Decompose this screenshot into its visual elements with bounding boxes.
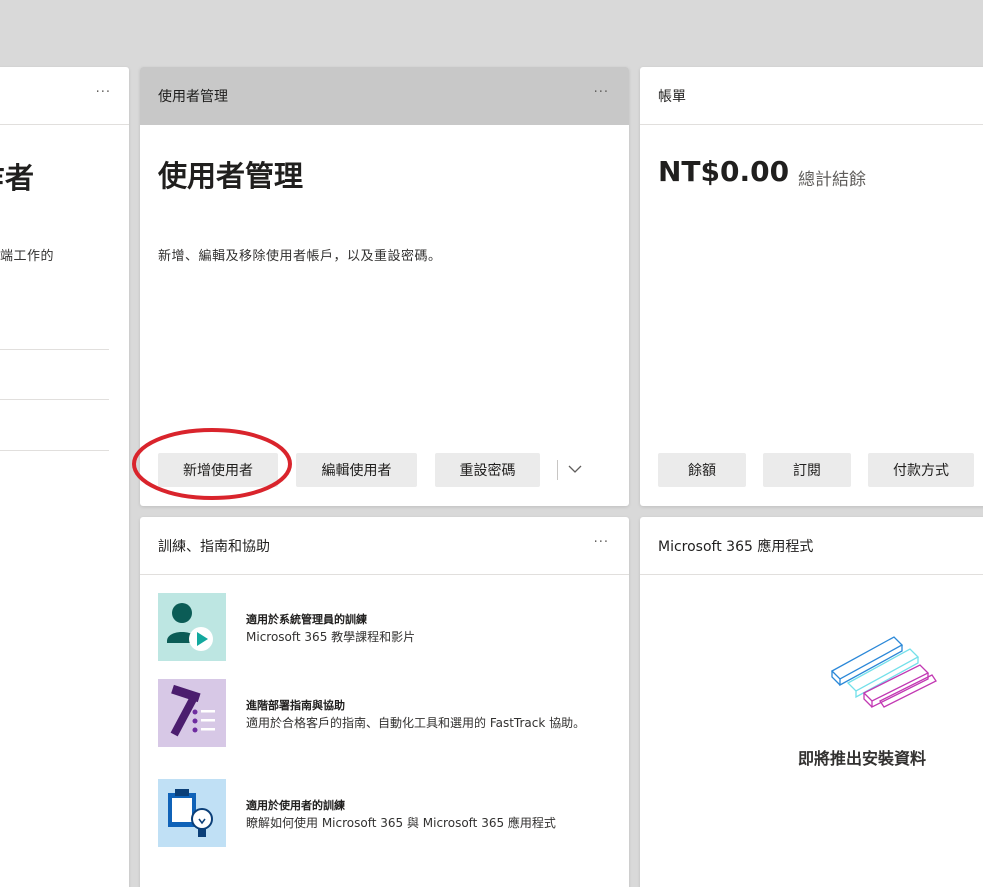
partial-card-header: ···	[0, 67, 129, 125]
hammer-icon	[158, 679, 226, 747]
card-header: 訓練、指南和協助 ···	[140, 517, 629, 575]
training-item-admins[interactable]: 適用於系統管理員的訓練 Microsoft 365 教學課程和影片	[158, 593, 618, 661]
card-header-title: 使用者管理	[158, 88, 228, 105]
install-data-illustration	[828, 635, 940, 711]
billing-amount-label: 總計結餘	[798, 170, 866, 190]
card-header-title: Microsoft 365 應用程式	[658, 538, 814, 555]
more-options-icon[interactable]: ···	[594, 85, 609, 100]
balance-button[interactable]: 餘額	[658, 453, 746, 487]
button-separator	[557, 460, 558, 480]
more-options-icon[interactable]: ···	[594, 535, 609, 550]
edit-user-button[interactable]: 編輯使用者	[296, 453, 417, 487]
card-title: 使用者管理	[158, 159, 304, 193]
partial-card-left: ··· 乍者 端工作的	[0, 67, 129, 887]
clipboard-lightbulb-icon	[158, 779, 226, 847]
training-item-subtitle: Microsoft 365 教學課程和影片	[246, 630, 416, 644]
chevron-down-icon[interactable]	[567, 461, 583, 477]
highlight-circle	[131, 427, 293, 501]
partial-card-title: 乍者	[0, 161, 35, 195]
training-card: 訓練、指南和協助 ··· 適用於系統管理員的訓練 Microsoft 365 教…	[140, 517, 629, 887]
divider	[0, 450, 109, 451]
partial-card-desc: 端工作的	[0, 249, 55, 264]
billing-card: 帳單 NT$0.00 總計結餘 餘額 訂閱 付款方式	[640, 67, 983, 506]
divider	[0, 349, 109, 350]
card-header-title: 訓練、指南和協助	[158, 538, 270, 555]
card-header-title: 帳單	[658, 88, 686, 105]
card-description: 新增、編輯及移除使用者帳戶，以及重設密碼。	[158, 249, 442, 264]
training-item-title: 進階部署指南與協助	[246, 699, 345, 712]
admin-training-icon	[158, 593, 226, 661]
card-header: Microsoft 365 應用程式	[640, 517, 983, 575]
billing-amount: NT$0.00	[658, 155, 790, 188]
training-item-title: 適用於系統管理員的訓練	[246, 613, 367, 626]
reset-password-button[interactable]: 重設密碼	[435, 453, 540, 487]
more-options-icon[interactable]: ···	[96, 85, 111, 100]
coming-soon-label: 即將推出安裝資料	[797, 749, 926, 768]
training-item-deployment[interactable]: 進階部署指南與協助 適用於合格客戶的指南、自動化工具和選用的 FastTrack…	[158, 679, 618, 747]
card-header: 使用者管理 ···	[140, 67, 629, 125]
payment-methods-button[interactable]: 付款方式	[868, 453, 974, 487]
subscriptions-button[interactable]: 訂閱	[763, 453, 851, 487]
m365-apps-card: Microsoft 365 應用程式 即將推出安裝資料	[640, 517, 983, 887]
divider	[0, 399, 109, 400]
card-header: 帳單	[640, 67, 983, 125]
training-item-subtitle: 瞭解如何使用 Microsoft 365 與 Microsoft 365 應用程…	[246, 816, 556, 830]
training-item-subtitle: 適用於合格客戶的指南、自動化工具和選用的 FastTrack 協助。	[246, 716, 586, 730]
training-item-users[interactable]: 適用於使用者的訓練 瞭解如何使用 Microsoft 365 與 Microso…	[158, 779, 618, 847]
training-item-title: 適用於使用者的訓練	[246, 799, 345, 812]
